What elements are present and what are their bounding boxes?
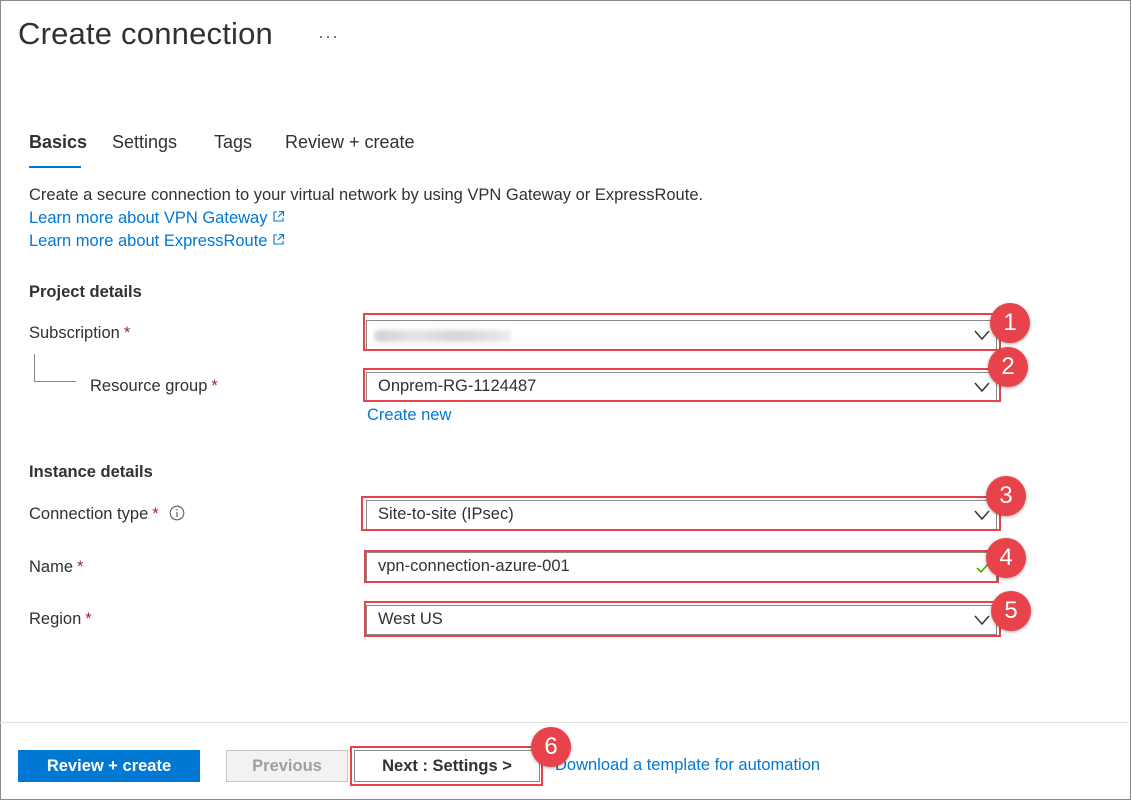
resource-group-value: Onprem-RG-1124487: [378, 377, 537, 395]
intro-description: Create a secure connection to your virtu…: [29, 186, 704, 204]
required-marker: *: [123, 324, 131, 342]
required-marker: *: [211, 377, 218, 395]
footer-divider: [0, 722, 1129, 723]
connection-type-label: Connection type *: [29, 505, 185, 524]
required-marker: *: [77, 558, 84, 576]
region-label-text: Region: [29, 610, 82, 628]
callout-badge-3: 3: [986, 476, 1026, 516]
subscription-label: Subscription *: [29, 324, 130, 343]
tab-settings[interactable]: Settings: [112, 132, 177, 153]
required-marker: *: [85, 610, 92, 628]
previous-button[interactable]: Previous: [226, 750, 348, 782]
resource-group-label-text: Resource group: [90, 377, 208, 395]
connection-type-dropdown[interactable]: Site-to-site (IPsec): [366, 500, 997, 530]
next-settings-button[interactable]: Next : Settings >: [354, 750, 540, 782]
page-title: Create connection: [18, 16, 274, 51]
required-marker: *: [152, 505, 159, 523]
resource-group-dropdown[interactable]: Onprem-RG-1124487: [366, 372, 997, 402]
callout-badge-6: 6: [531, 727, 571, 767]
callout-badge-1: 1: [990, 303, 1030, 343]
callout-badge-5: 5: [991, 591, 1031, 631]
learn-more-expressroute-link[interactable]: Learn more about ExpressRoute: [29, 232, 285, 251]
tab-tags[interactable]: Tags: [214, 132, 252, 153]
external-link-icon: [273, 210, 285, 222]
instance-details-heading: Instance details: [29, 463, 153, 481]
more-options-button[interactable]: ···: [318, 26, 339, 47]
chevron-down-icon: [974, 382, 990, 393]
tab-review-create[interactable]: Review + create: [285, 132, 415, 153]
chevron-down-icon: [974, 615, 990, 626]
project-details-heading: Project details: [29, 283, 142, 301]
callout-badge-4: 4: [986, 538, 1026, 578]
create-new-link[interactable]: Create new: [367, 406, 451, 425]
connection-type-value: Site-to-site (IPsec): [378, 505, 514, 523]
name-label: Name *: [29, 558, 83, 577]
chevron-down-icon: [974, 330, 990, 341]
info-icon[interactable]: [169, 505, 185, 521]
tree-connector-vertical: [34, 354, 35, 381]
tab-basics[interactable]: Basics: [29, 132, 87, 153]
name-input[interactable]: vpn-connection-azure-001: [366, 552, 997, 582]
subscription-dropdown[interactable]: [366, 320, 997, 350]
name-label-text: Name: [29, 558, 74, 576]
region-dropdown[interactable]: West US: [366, 605, 997, 635]
learn-more-vpn-link[interactable]: Learn more about VPN Gateway: [29, 209, 285, 228]
connection-type-label-text: Connection type: [29, 505, 149, 523]
learn-more-expressroute-label: Learn more about ExpressRoute: [29, 232, 268, 250]
name-value: vpn-connection-azure-001: [378, 557, 570, 575]
subscription-label-text: Subscription: [29, 324, 120, 342]
resource-group-label: Resource group *: [90, 377, 218, 396]
region-value: West US: [378, 610, 443, 628]
learn-more-vpn-label: Learn more about VPN Gateway: [29, 209, 268, 227]
region-label: Region *: [29, 610, 92, 629]
review-create-button[interactable]: Review + create: [18, 750, 200, 782]
tree-connector-horizontal: [34, 381, 76, 382]
subscription-value-redacted: [375, 330, 511, 342]
active-tab-indicator: [29, 166, 81, 168]
external-link-icon: [273, 233, 285, 245]
chevron-down-icon: [974, 510, 990, 521]
download-template-link[interactable]: Download a template for automation: [555, 756, 820, 775]
callout-badge-2: 2: [988, 347, 1028, 387]
